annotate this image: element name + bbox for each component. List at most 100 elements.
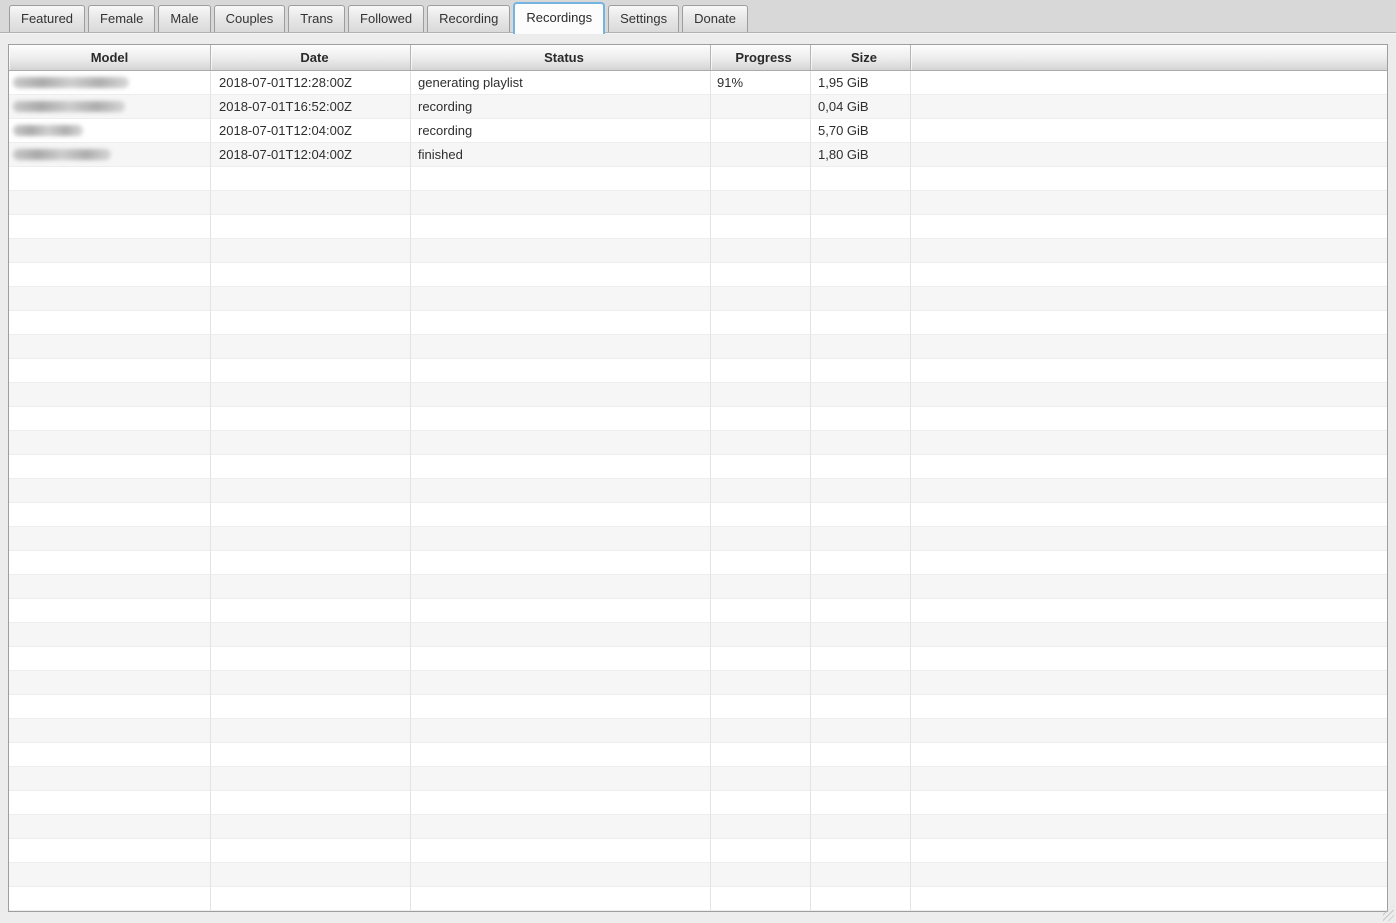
table-row-empty[interactable] <box>9 503 1387 527</box>
table-row-empty[interactable] <box>9 767 1387 791</box>
cell-extra <box>911 575 1387 599</box>
resize-grip-icon[interactable] <box>1383 910 1394 921</box>
table-row-empty[interactable] <box>9 311 1387 335</box>
table-row-empty[interactable] <box>9 887 1387 911</box>
table-row-empty[interactable] <box>9 407 1387 431</box>
table-row[interactable]: 2018-07-01T12:28:00Z generating playlist 9… <box>9 71 1387 95</box>
tab-settings[interactable]: Settings <box>608 5 680 32</box>
cell-status <box>411 551 711 575</box>
cell-size: 1,80 GiB <box>811 143 911 167</box>
cell-extra <box>911 551 1387 575</box>
cell-date <box>211 167 411 191</box>
table-row-empty[interactable] <box>9 719 1387 743</box>
cell-model <box>9 887 211 911</box>
cell-extra <box>911 143 1387 167</box>
table-row-empty[interactable] <box>9 671 1387 695</box>
tab-featured[interactable]: Featured <box>9 5 86 32</box>
table-row-empty[interactable] <box>9 815 1387 839</box>
cell-size <box>811 287 911 311</box>
table-header-row: Model Date Status Progress Size <box>9 45 1387 71</box>
cell-size <box>811 191 911 215</box>
cell-size <box>811 431 911 455</box>
cell-date <box>211 695 411 719</box>
cell-progress <box>711 839 811 863</box>
tab-recording[interactable]: Recording <box>427 5 511 32</box>
table-row-empty[interactable] <box>9 287 1387 311</box>
table-row-empty[interactable] <box>9 695 1387 719</box>
cell-progress <box>711 791 811 815</box>
cell-size <box>811 599 911 623</box>
table-row-empty[interactable] <box>9 551 1387 575</box>
cell-date: 2018-07-01T12:28:00Z <box>211 71 411 95</box>
cell-status: recording <box>411 95 711 119</box>
tab-donate[interactable]: Donate <box>682 5 749 32</box>
table-row-empty[interactable] <box>9 527 1387 551</box>
cell-status <box>411 287 711 311</box>
table-row[interactable]: 2018-07-01T16:52:00Z recording 0,04 GiB <box>9 95 1387 119</box>
table-row-empty[interactable] <box>9 431 1387 455</box>
cell-status <box>411 695 711 719</box>
cell-model <box>9 719 211 743</box>
tab-female[interactable]: Female <box>88 5 156 32</box>
tab-couples[interactable]: Couples <box>213 5 286 32</box>
cell-model <box>9 479 211 503</box>
column-header-extra[interactable] <box>911 45 1387 70</box>
table-row-empty[interactable] <box>9 575 1387 599</box>
cell-date <box>211 767 411 791</box>
cell-model <box>9 311 211 335</box>
tab-bar: Featured Female Male Couples Trans Followed Re… <box>0 0 1396 34</box>
cell-size: 5,70 GiB <box>811 119 911 143</box>
cell-extra <box>911 647 1387 671</box>
table-row-empty[interactable] <box>9 359 1387 383</box>
table-row-empty[interactable] <box>9 383 1387 407</box>
table-row-empty[interactable] <box>9 743 1387 767</box>
cell-extra <box>911 215 1387 239</box>
cell-model <box>9 551 211 575</box>
cell-size <box>811 575 911 599</box>
tab-followed[interactable]: Followed <box>348 5 425 32</box>
window-bottom-strip <box>0 913 1396 923</box>
tab-trans[interactable]: Trans <box>288 5 346 32</box>
table-row-empty[interactable] <box>9 791 1387 815</box>
table-row-empty[interactable] <box>9 599 1387 623</box>
cell-status <box>411 335 711 359</box>
cell-date <box>211 311 411 335</box>
table-row-empty[interactable] <box>9 479 1387 503</box>
table-row[interactable]: 2018-07-01T12:04:00Z finished 1,80 GiB <box>9 143 1387 167</box>
table-row-empty[interactable] <box>9 863 1387 887</box>
table-row[interactable]: 2018-07-01T12:04:00Z recording 5,70 GiB <box>9 119 1387 143</box>
redacted-model-name <box>13 149 111 160</box>
column-header-progress[interactable]: Progress <box>711 45 811 70</box>
tab-male[interactable]: Male <box>158 5 211 32</box>
table-row-empty[interactable] <box>9 647 1387 671</box>
column-header-date[interactable]: Date <box>211 45 411 70</box>
column-header-status[interactable]: Status <box>411 45 711 70</box>
table-row-empty[interactable] <box>9 623 1387 647</box>
column-header-size[interactable]: Size <box>811 45 911 70</box>
cell-size <box>811 407 911 431</box>
cell-extra <box>911 455 1387 479</box>
cell-status <box>411 815 711 839</box>
cell-date <box>211 863 411 887</box>
redacted-model-name <box>13 101 125 112</box>
cell-progress <box>711 527 811 551</box>
table-row-empty[interactable] <box>9 455 1387 479</box>
cell-model <box>9 359 211 383</box>
table-row-empty[interactable] <box>9 335 1387 359</box>
cell-extra <box>911 527 1387 551</box>
table-row-empty[interactable] <box>9 167 1387 191</box>
table-row-empty[interactable] <box>9 839 1387 863</box>
cell-status <box>411 647 711 671</box>
table-row-empty[interactable] <box>9 191 1387 215</box>
cell-date <box>211 719 411 743</box>
tab-recordings[interactable]: Recordings <box>513 2 606 34</box>
cell-extra <box>911 887 1387 911</box>
cell-extra <box>911 863 1387 887</box>
cell-extra <box>911 383 1387 407</box>
table-row-empty[interactable] <box>9 239 1387 263</box>
column-header-model[interactable]: Model <box>9 45 211 70</box>
cell-model <box>9 671 211 695</box>
cell-size <box>811 647 911 671</box>
table-row-empty[interactable] <box>9 263 1387 287</box>
table-row-empty[interactable] <box>9 215 1387 239</box>
